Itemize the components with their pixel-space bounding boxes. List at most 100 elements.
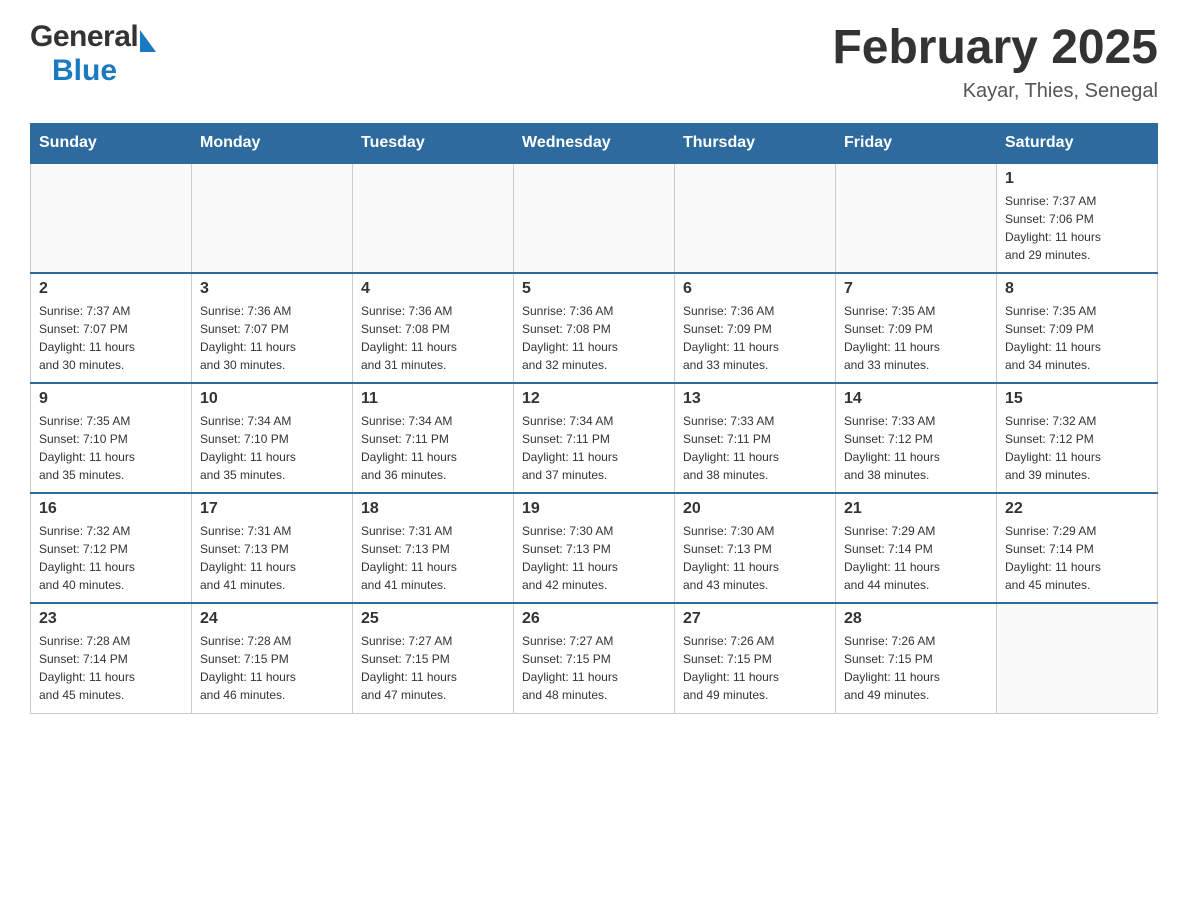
calendar-cell: 26 Sunrise: 7:27 AM Sunset: 7:15 PM Dayli…: [514, 603, 675, 713]
day-number: 20: [683, 500, 827, 518]
logo-blue-text: Blue: [52, 54, 117, 88]
day-number: 18: [361, 500, 505, 518]
calendar-cell: 21 Sunrise: 7:29 AM Sunset: 7:14 PM Dayli…: [836, 493, 997, 603]
page-header: General Blue February 2025 Kayar, Thies,…: [30, 20, 1158, 103]
calendar-cell: 10 Sunrise: 7:34 AM Sunset: 7:10 PM Dayli…: [192, 383, 353, 493]
calendar-title: February 2025: [832, 20, 1158, 75]
title-area: February 2025 Kayar, Thies, Senegal: [832, 20, 1158, 103]
day-number: 4: [361, 280, 505, 298]
day-number: 5: [522, 280, 666, 298]
calendar-header-row: SundayMondayTuesdayWednesdayThursdayFrid…: [31, 124, 1158, 164]
column-header-saturday: Saturday: [997, 124, 1158, 164]
calendar-cell: 8 Sunrise: 7:35 AM Sunset: 7:09 PM Daylig…: [997, 273, 1158, 383]
day-info: Sunrise: 7:26 AM Sunset: 7:15 PM Dayligh…: [844, 632, 988, 704]
column-header-thursday: Thursday: [675, 124, 836, 164]
day-info: Sunrise: 7:34 AM Sunset: 7:11 PM Dayligh…: [361, 412, 505, 484]
logo: General Blue: [30, 20, 156, 88]
day-number: 23: [39, 610, 183, 628]
calendar-cell: [836, 163, 997, 273]
calendar-cell: 25 Sunrise: 7:27 AM Sunset: 7:15 PM Dayli…: [353, 603, 514, 713]
day-number: 26: [522, 610, 666, 628]
calendar-week-row: 16Sunrise: 7:32 AM Sunset: 7:12 PM Dayli…: [31, 493, 1158, 603]
day-info: Sunrise: 7:28 AM Sunset: 7:15 PM Dayligh…: [200, 632, 344, 704]
day-number: 25: [361, 610, 505, 628]
logo-general-text: General: [30, 20, 138, 54]
calendar-week-row: 1 Sunrise: 7:37 AM Sunset: 7:06 PM Daylig…: [31, 163, 1158, 273]
calendar-cell: 2Sunrise: 7:37 AM Sunset: 7:07 PM Daylig…: [31, 273, 192, 383]
day-number: 17: [200, 500, 344, 518]
day-info: Sunrise: 7:26 AM Sunset: 7:15 PM Dayligh…: [683, 632, 827, 704]
day-number: 2: [39, 280, 183, 298]
day-number: 11: [361, 390, 505, 408]
day-info: Sunrise: 7:36 AM Sunset: 7:09 PM Dayligh…: [683, 302, 827, 374]
calendar-cell: 4 Sunrise: 7:36 AM Sunset: 7:08 PM Daylig…: [353, 273, 514, 383]
calendar-cell: 24Sunrise: 7:28 AM Sunset: 7:15 PM Dayli…: [192, 603, 353, 713]
calendar-subtitle: Kayar, Thies, Senegal: [832, 80, 1158, 103]
calendar-cell: 12Sunrise: 7:34 AM Sunset: 7:11 PM Dayli…: [514, 383, 675, 493]
day-number: 22: [1005, 500, 1149, 518]
calendar-cell: [675, 163, 836, 273]
calendar-cell: 22 Sunrise: 7:29 AM Sunset: 7:14 PM Dayli…: [997, 493, 1158, 603]
day-number: 7: [844, 280, 988, 298]
calendar-cell: 1 Sunrise: 7:37 AM Sunset: 7:06 PM Daylig…: [997, 163, 1158, 273]
day-info: Sunrise: 7:35 AM Sunset: 7:10 PM Dayligh…: [39, 412, 183, 484]
day-info: Sunrise: 7:27 AM Sunset: 7:15 PM Dayligh…: [522, 632, 666, 704]
day-info: Sunrise: 7:37 AM Sunset: 7:06 PM Dayligh…: [1005, 192, 1149, 264]
day-number: 27: [683, 610, 827, 628]
day-number: 21: [844, 500, 988, 518]
calendar-cell: 27 Sunrise: 7:26 AM Sunset: 7:15 PM Dayli…: [675, 603, 836, 713]
day-number: 3: [200, 280, 344, 298]
day-number: 15: [1005, 390, 1149, 408]
day-info: Sunrise: 7:29 AM Sunset: 7:14 PM Dayligh…: [844, 522, 988, 594]
logo-triangle-icon: [140, 30, 156, 52]
calendar-cell: 23 Sunrise: 7:28 AM Sunset: 7:14 PM Dayli…: [31, 603, 192, 713]
day-info: Sunrise: 7:31 AM Sunset: 7:13 PM Dayligh…: [200, 522, 344, 594]
column-header-friday: Friday: [836, 124, 997, 164]
calendar-cell: 9Sunrise: 7:35 AM Sunset: 7:10 PM Daylig…: [31, 383, 192, 493]
calendar-cell: 5 Sunrise: 7:36 AM Sunset: 7:08 PM Daylig…: [514, 273, 675, 383]
calendar-cell: 15Sunrise: 7:32 AM Sunset: 7:12 PM Dayli…: [997, 383, 1158, 493]
day-info: Sunrise: 7:27 AM Sunset: 7:15 PM Dayligh…: [361, 632, 505, 704]
day-info: Sunrise: 7:30 AM Sunset: 7:13 PM Dayligh…: [522, 522, 666, 594]
calendar-cell: 16Sunrise: 7:32 AM Sunset: 7:12 PM Dayli…: [31, 493, 192, 603]
day-number: 28: [844, 610, 988, 628]
day-info: Sunrise: 7:29 AM Sunset: 7:14 PM Dayligh…: [1005, 522, 1149, 594]
day-info: Sunrise: 7:36 AM Sunset: 7:08 PM Dayligh…: [522, 302, 666, 374]
column-header-monday: Monday: [192, 124, 353, 164]
calendar-table: SundayMondayTuesdayWednesdayThursdayFrid…: [30, 123, 1158, 714]
calendar-cell: 11 Sunrise: 7:34 AM Sunset: 7:11 PM Dayli…: [353, 383, 514, 493]
calendar-week-row: 23 Sunrise: 7:28 AM Sunset: 7:14 PM Dayli…: [31, 603, 1158, 713]
day-number: 8: [1005, 280, 1149, 298]
calendar-cell: 6Sunrise: 7:36 AM Sunset: 7:09 PM Daylig…: [675, 273, 836, 383]
calendar-cell: 3 Sunrise: 7:36 AM Sunset: 7:07 PM Daylig…: [192, 273, 353, 383]
calendar-cell: [997, 603, 1158, 713]
day-number: 1: [1005, 170, 1149, 188]
calendar-cell: 17 Sunrise: 7:31 AM Sunset: 7:13 PM Dayli…: [192, 493, 353, 603]
day-info: Sunrise: 7:35 AM Sunset: 7:09 PM Dayligh…: [1005, 302, 1149, 374]
day-number: 13: [683, 390, 827, 408]
calendar-week-row: 9Sunrise: 7:35 AM Sunset: 7:10 PM Daylig…: [31, 383, 1158, 493]
column-header-wednesday: Wednesday: [514, 124, 675, 164]
day-number: 16: [39, 500, 183, 518]
column-header-sunday: Sunday: [31, 124, 192, 164]
calendar-week-row: 2Sunrise: 7:37 AM Sunset: 7:07 PM Daylig…: [31, 273, 1158, 383]
column-header-tuesday: Tuesday: [353, 124, 514, 164]
day-number: 19: [522, 500, 666, 518]
day-info: Sunrise: 7:36 AM Sunset: 7:08 PM Dayligh…: [361, 302, 505, 374]
day-info: Sunrise: 7:31 AM Sunset: 7:13 PM Dayligh…: [361, 522, 505, 594]
calendar-cell: [514, 163, 675, 273]
day-number: 10: [200, 390, 344, 408]
day-info: Sunrise: 7:30 AM Sunset: 7:13 PM Dayligh…: [683, 522, 827, 594]
day-number: 12: [522, 390, 666, 408]
calendar-cell: 19 Sunrise: 7:30 AM Sunset: 7:13 PM Dayli…: [514, 493, 675, 603]
day-info: Sunrise: 7:35 AM Sunset: 7:09 PM Dayligh…: [844, 302, 988, 374]
day-info: Sunrise: 7:34 AM Sunset: 7:10 PM Dayligh…: [200, 412, 344, 484]
calendar-cell: [353, 163, 514, 273]
day-number: 14: [844, 390, 988, 408]
calendar-cell: 20 Sunrise: 7:30 AM Sunset: 7:13 PM Dayli…: [675, 493, 836, 603]
calendar-cell: 7 Sunrise: 7:35 AM Sunset: 7:09 PM Daylig…: [836, 273, 997, 383]
day-info: Sunrise: 7:36 AM Sunset: 7:07 PM Dayligh…: [200, 302, 344, 374]
calendar-cell: [192, 163, 353, 273]
day-info: Sunrise: 7:33 AM Sunset: 7:11 PM Dayligh…: [683, 412, 827, 484]
day-info: Sunrise: 7:28 AM Sunset: 7:14 PM Dayligh…: [39, 632, 183, 704]
